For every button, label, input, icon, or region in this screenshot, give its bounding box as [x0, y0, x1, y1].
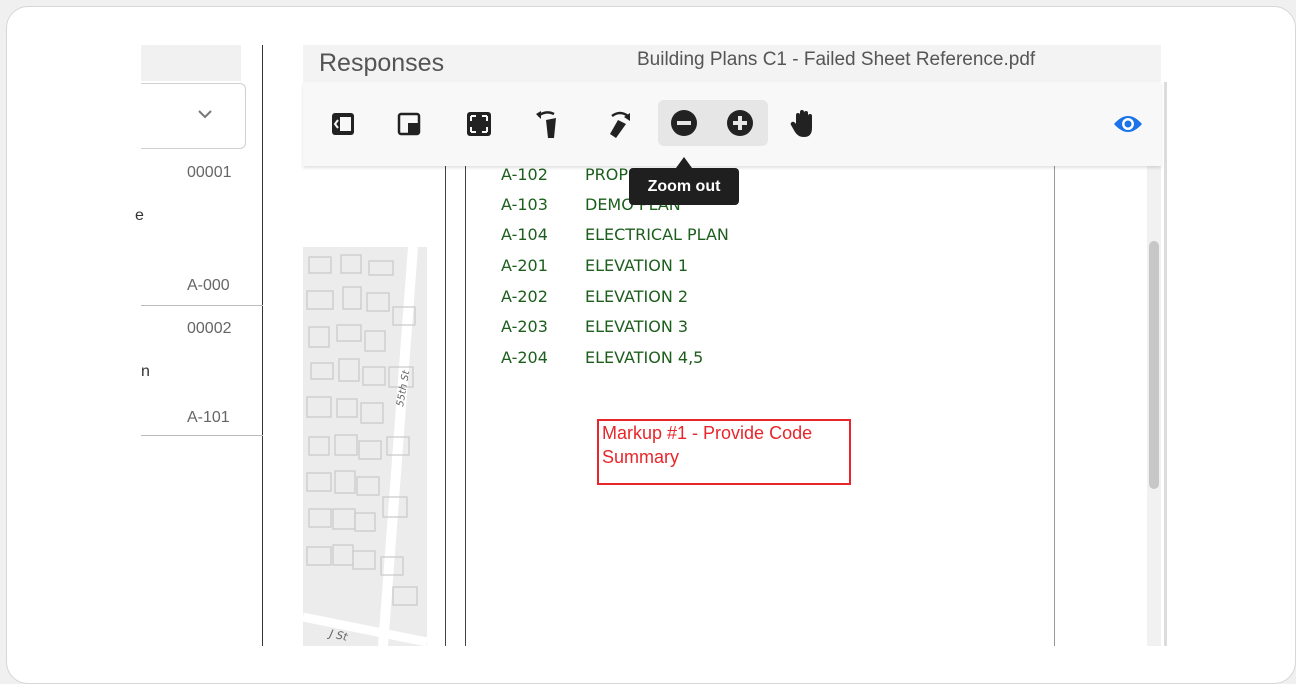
row-divider [141, 435, 263, 436]
fullscreen-icon [467, 112, 491, 136]
fit-page-button[interactable] [391, 104, 427, 144]
row-sheet: A-101 [187, 409, 230, 426]
row-number: 00001 [187, 164, 232, 181]
sheet-code: A-204 [501, 348, 548, 367]
toggle-sidebar-button[interactable] [325, 104, 361, 144]
row-label-fragment: e [135, 207, 144, 224]
file-name: Building Plans C1 - Failed Sheet Referen… [637, 49, 1036, 70]
scrollbar-thumb[interactable] [1149, 241, 1159, 489]
markup-annotation[interactable]: Markup #1 - Provide Code Summary [597, 419, 851, 485]
visibility-toggle[interactable] [1110, 104, 1146, 144]
viewer-right-border [1164, 82, 1167, 646]
page-border [445, 166, 446, 646]
rotate-left-button[interactable] [530, 104, 566, 144]
fullscreen-button[interactable] [461, 104, 497, 144]
row-label-fragment: n [141, 363, 150, 380]
visibility-eye-icon [1114, 116, 1142, 132]
left-panel-border [262, 45, 263, 646]
rotate-right-icon [610, 111, 630, 138]
sheet-code: A-104 [501, 225, 548, 244]
left-panel-header [141, 45, 241, 81]
fit-corner-icon [397, 112, 421, 136]
rotate-left-icon [536, 111, 556, 138]
page-border [465, 166, 466, 646]
sheet-code: A-203 [501, 317, 548, 336]
zoom-controls [658, 100, 768, 146]
viewer-toolbar [303, 82, 1161, 166]
content-card: 00001 e A-000 00002 n A-101 Responses Bu… [6, 6, 1296, 684]
page-border [1054, 166, 1055, 646]
pan-hand-icon [790, 110, 812, 137]
toggle-sidebar-icon [332, 113, 354, 135]
chevron-down-icon [198, 110, 212, 119]
zoom-in-button[interactable] [722, 103, 758, 143]
sheet-name: ELEVATION 1 [585, 256, 689, 275]
row-divider [141, 305, 263, 306]
sheet-name: ELEVATION 3 [585, 317, 689, 336]
sheet-code: A-102 [501, 165, 548, 184]
responses-title: Responses [319, 49, 445, 77]
filter-dropdown[interactable] [141, 83, 246, 149]
zoom-out-tooltip: Zoom out [629, 168, 739, 205]
row-sheet: A-000 [187, 277, 230, 294]
sheet-name: ELECTRICAL PLAN [585, 225, 729, 244]
sheet-name: ELEVATION 2 [585, 287, 689, 306]
site-map: 55th St J St [303, 247, 427, 646]
sheet-code: A-201 [501, 256, 548, 275]
zoom-in-icon [727, 110, 753, 136]
tooltip-arrow [676, 157, 692, 168]
sheet-code: A-103 [501, 195, 548, 214]
sheet-code: A-202 [501, 287, 548, 306]
sheet-name: ELEVATION 4,5 [585, 348, 704, 367]
zoom-out-icon [671, 110, 697, 136]
row-number: 00002 [187, 320, 232, 337]
rotate-right-button[interactable] [601, 104, 637, 144]
pan-button[interactable] [785, 104, 821, 144]
zoom-out-button[interactable] [666, 103, 702, 143]
